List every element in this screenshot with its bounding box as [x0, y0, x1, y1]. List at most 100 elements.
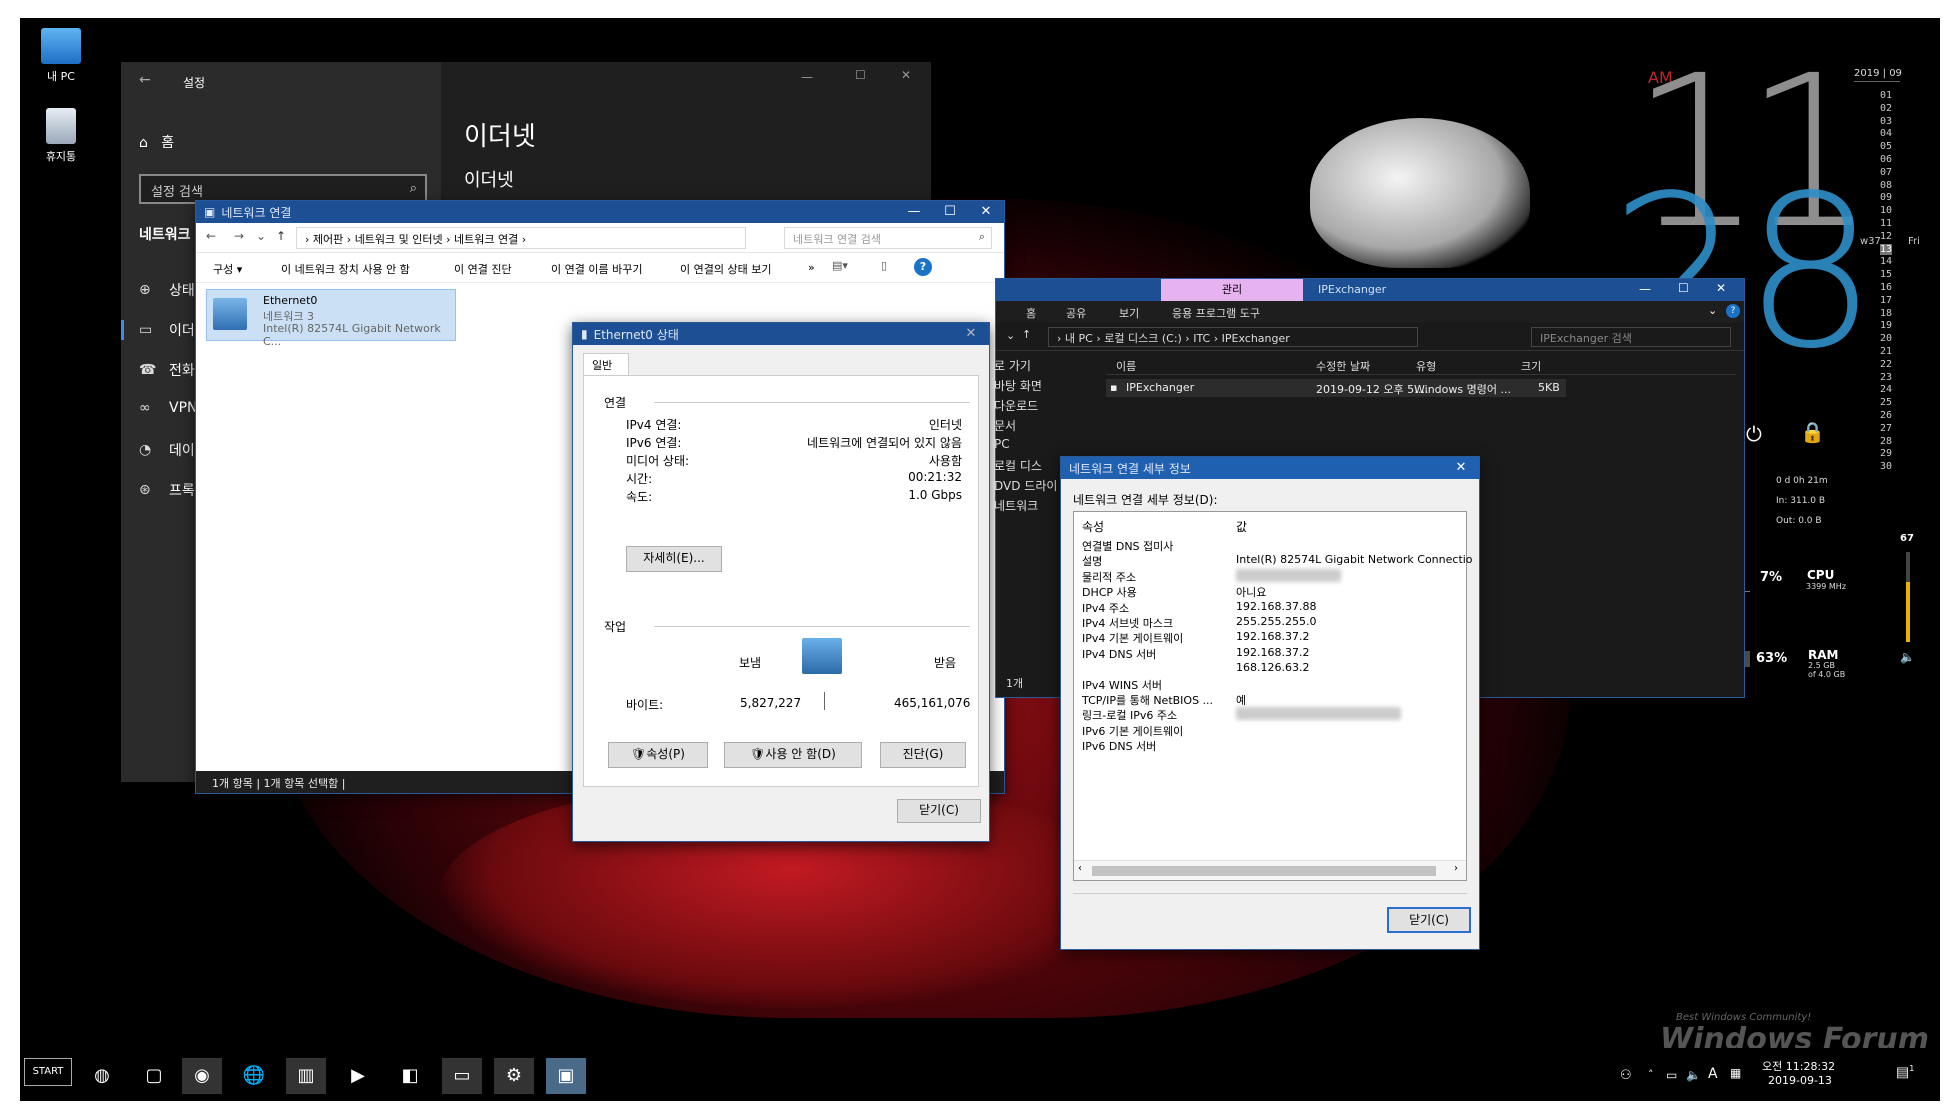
- details-button[interactable]: 자세히(E)...: [626, 546, 722, 572]
- ribbon-tab-app-tools[interactable]: 응용 프로그램 도구: [1172, 305, 1260, 321]
- maximize-button[interactable]: ☐: [855, 68, 866, 82]
- preview-pane-icon[interactable]: ▯: [881, 259, 887, 272]
- rename-button[interactable]: 이 연결 이름 바꾸기: [551, 261, 642, 277]
- adapter-item[interactable]: Ethernet0 네트워크 3 Intel(R) 82574L Gigabit…: [206, 289, 456, 348]
- speaker-icon[interactable]: 🔈: [1900, 650, 1915, 664]
- close-button[interactable]: ✕: [1716, 281, 1726, 295]
- chevron-down-icon[interactable]: ⌄: [256, 229, 266, 243]
- view-options-icon[interactable]: ▤▾: [832, 259, 848, 272]
- back-icon[interactable]: ←: [206, 229, 216, 243]
- start-button[interactable]: START: [24, 1058, 72, 1086]
- organize-button[interactable]: 구성 ▾: [213, 261, 242, 277]
- breadcrumb-item[interactable]: 네트워크 및 인터넷: [355, 233, 443, 246]
- close-button[interactable]: ✕: [1443, 457, 1479, 479]
- file-explorer-icon[interactable]: ▥: [286, 1058, 326, 1094]
- notification-icon[interactable]: ▤1: [1896, 1064, 1914, 1081]
- help-icon[interactable]: ?: [1726, 304, 1740, 318]
- tab-general[interactable]: 일반: [583, 353, 629, 375]
- column-date[interactable]: 수정한 날짜: [1316, 358, 1370, 374]
- minimize-button[interactable]: —: [1639, 282, 1651, 296]
- close-dialog-button[interactable]: 닫기(C): [1387, 907, 1471, 933]
- folder-icon[interactable]: ▢: [134, 1058, 174, 1094]
- globe-icon[interactable]: ◍: [82, 1058, 122, 1094]
- desktop-icon-recycle-bin[interactable]: 휴지통: [26, 108, 96, 164]
- user-icon[interactable]: ⚇: [1620, 1068, 1632, 1083]
- scrollbar-thumb[interactable]: [1092, 866, 1436, 876]
- breadcrumb-item[interactable]: ITC: [1193, 332, 1210, 345]
- breadcrumb[interactable]: › 제어판 › 네트워크 및 인터넷 › 네트워크 연결 ›: [296, 227, 746, 249]
- up-icon[interactable]: ↑: [1022, 328, 1031, 341]
- breadcrumb-item[interactable]: 네트워크 연결: [454, 233, 518, 246]
- terminal-icon[interactable]: ▭: [442, 1058, 482, 1094]
- minimize-button[interactable]: —: [896, 201, 932, 223]
- volume-slider[interactable]: [1906, 552, 1910, 642]
- close-button[interactable]: ✕: [901, 68, 911, 82]
- breadcrumb-item[interactable]: IPExchanger: [1222, 332, 1290, 345]
- forward-icon[interactable]: →: [234, 229, 244, 243]
- chevron-down-icon[interactable]: ⌄: [1006, 329, 1015, 342]
- input-language[interactable]: A: [1708, 1066, 1718, 1082]
- nav-item-status[interactable]: ⊕ 상태: [139, 280, 195, 300]
- network-taskbar-icon[interactable]: ▣: [546, 1058, 586, 1094]
- diagnose-button[interactable]: 진단(G): [880, 742, 966, 768]
- explorer-search-input[interactable]: IPExchanger 검색: [1531, 327, 1731, 347]
- breadcrumb-item[interactable]: 내 PC: [1065, 332, 1093, 345]
- breadcrumb-item[interactable]: 제어판: [313, 233, 343, 246]
- up-icon[interactable]: ↑: [276, 229, 286, 243]
- ribbon-tab-home[interactable]: 홈: [1026, 305, 1036, 321]
- browser-icon[interactable]: 🌐: [234, 1058, 274, 1094]
- nav-item-dialup[interactable]: ☎ 전화: [139, 360, 195, 380]
- nav-pane-item[interactable]: 바탕 화면: [994, 377, 1042, 394]
- more-button[interactable]: »: [808, 261, 815, 274]
- settings-gear-icon[interactable]: ⚙: [494, 1058, 534, 1094]
- nav-item-vpn[interactable]: ∞ VPN: [139, 400, 198, 416]
- column-name[interactable]: 이름: [1116, 358, 1136, 374]
- lock-icon[interactable]: 🔒: [1800, 420, 1825, 444]
- properties-button[interactable]: 🛡속성(P): [608, 742, 708, 768]
- desktop-icon-mypc[interactable]: 내 PC: [26, 28, 96, 84]
- disable-device-button[interactable]: 이 네트워크 장치 사용 안 함: [281, 261, 410, 277]
- breadcrumb-item[interactable]: 로컬 디스크 (C:): [1104, 332, 1182, 345]
- explorer-breadcrumb[interactable]: › 내 PC › 로컬 디스크 (C:) › ITC › IPExchanger: [1048, 327, 1418, 347]
- column-size[interactable]: 크기: [1521, 358, 1541, 374]
- maximize-button[interactable]: ☐: [1678, 281, 1689, 295]
- scroll-right-icon[interactable]: ›: [1454, 863, 1458, 874]
- chevron-up-icon[interactable]: ˄: [1648, 1068, 1654, 1081]
- nav-pane-item[interactable]: PC: [994, 437, 1010, 451]
- disable-button[interactable]: 🛡사용 안 함(D): [724, 742, 862, 768]
- close-dialog-button[interactable]: 닫기(C): [897, 799, 981, 823]
- ribbon-tab-view[interactable]: 보기: [1119, 305, 1139, 321]
- nav-pane-item[interactable]: 로 가기: [994, 357, 1031, 374]
- column-value[interactable]: 값: [1236, 518, 1247, 535]
- horizontal-scrollbar[interactable]: ‹ ›: [1074, 860, 1466, 880]
- help-icon[interactable]: ?: [914, 258, 932, 276]
- details-list[interactable]: 속성 값 연결별 DNS 접미사 설명 Intel(R) 82574L Gigabi…: [1073, 511, 1473, 881]
- chevron-down-icon[interactable]: ⌄: [1708, 304, 1717, 317]
- network-tray-icon[interactable]: ▭: [1666, 1068, 1677, 1082]
- nav-pane-item[interactable]: 문서: [994, 417, 1016, 434]
- close-button[interactable]: ✕: [953, 323, 989, 345]
- view-status-button[interactable]: 이 연결의 상태 보기: [680, 261, 771, 277]
- media-player-icon[interactable]: ▶: [338, 1058, 378, 1094]
- minimize-button[interactable]: —: [801, 70, 813, 84]
- diagnose-button[interactable]: 이 연결 진단: [454, 261, 512, 277]
- column-property[interactable]: 속성: [1082, 518, 1104, 535]
- nav-pane-item[interactable]: 네트워크: [994, 497, 1038, 514]
- ribbon-tab-share[interactable]: 공유: [1066, 305, 1086, 321]
- file-row[interactable]: ▪ IPExchanger 2019-09-12 오후 5:... Window…: [1106, 379, 1566, 397]
- back-arrow-icon[interactable]: ←: [139, 72, 151, 88]
- home-nav[interactable]: ⌂ 홈: [139, 132, 174, 152]
- close-button[interactable]: ✕: [968, 201, 1004, 223]
- taskbar-time[interactable]: 오전 11:28:32: [1762, 1058, 1835, 1074]
- maximize-button[interactable]: ☐: [932, 201, 968, 223]
- ribbon-context-tab[interactable]: 관리: [1161, 279, 1303, 301]
- power-icon[interactable]: ⏻: [1746, 422, 1762, 446]
- volume-tray-icon[interactable]: 🔈: [1686, 1068, 1701, 1082]
- scroll-left-icon[interactable]: ‹: [1078, 863, 1082, 874]
- nav-pane-item[interactable]: 다운로드: [994, 397, 1038, 414]
- chrome-icon[interactable]: ◉: [182, 1058, 222, 1094]
- column-type[interactable]: 유형: [1416, 358, 1436, 374]
- search-input[interactable]: 네트워크 연결 검색 ⌕: [784, 227, 992, 249]
- nav-pane-item[interactable]: DVD 드라이: [994, 477, 1057, 494]
- taskbar-date[interactable]: 2019-09-13: [1768, 1074, 1832, 1087]
